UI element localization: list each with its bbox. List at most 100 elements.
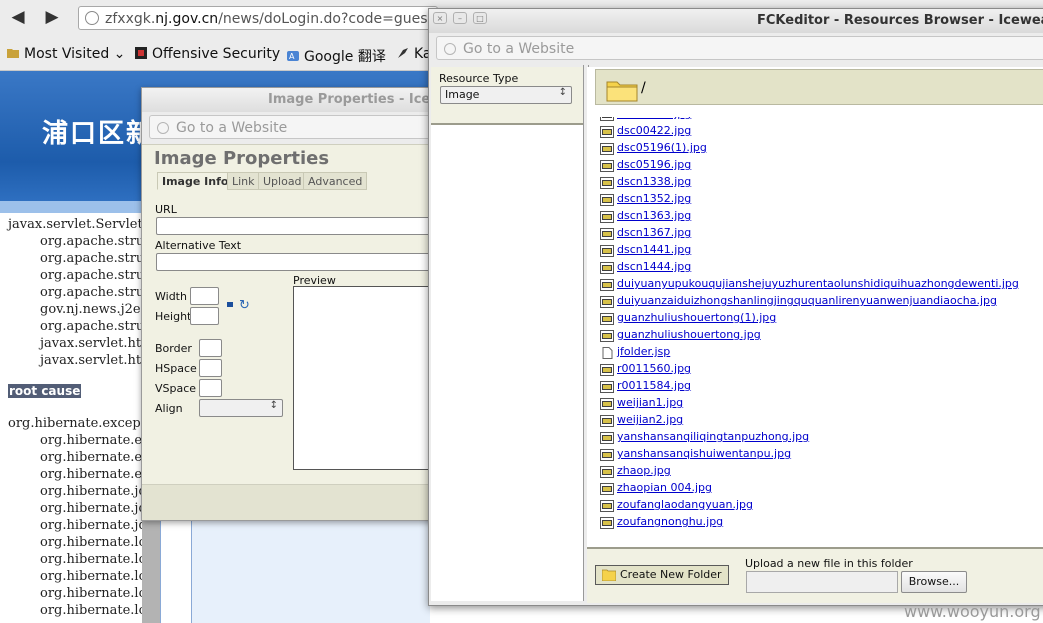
alt-text-input[interactable] (156, 253, 442, 271)
file-name-link[interactable]: r0011584.jpg (617, 379, 691, 392)
stack-trace-line: javax.servlet.htt (40, 353, 147, 368)
watermark: www.wooyun.org (904, 602, 1041, 621)
forward-button[interactable]: ▶ (40, 6, 64, 28)
file-name-link[interactable]: weijian2.jpg (617, 413, 683, 426)
goto-website-field[interactable]: Go to a Website (436, 36, 1043, 60)
hspace-input[interactable] (199, 359, 222, 377)
upload-file-input[interactable] (746, 571, 898, 593)
file-name-link[interactable]: weijian1.jpg (617, 396, 683, 409)
file-name-link[interactable]: zhaop.jpg (617, 464, 671, 477)
file-name-link[interactable]: yanshansanqishuiwentanpu.jpg (617, 447, 791, 460)
back-button[interactable]: ◀ (6, 6, 30, 28)
file-name-link[interactable]: guanzhuliushouertong(1).jpg (617, 311, 776, 324)
jpg-file-icon (600, 398, 614, 410)
kali-icon (398, 48, 408, 58)
dialog-footer (142, 484, 442, 520)
stack-trace-line: org.apache.strut (40, 251, 150, 266)
create-folder-button[interactable]: Create New Folder (595, 565, 729, 585)
stack-trace-line: org.hibernate.lo (40, 586, 147, 601)
image-properties-titlebar[interactable]: Image Properties - Icew (142, 88, 442, 112)
globe-icon (157, 122, 169, 134)
stack-trace-line: org.apache.strut (40, 285, 150, 300)
file-name-link[interactable]: yanshansanqiliqingtanpuzhong.jpg (617, 430, 809, 443)
file-name-link[interactable]: dsc05196.jpg (617, 158, 691, 171)
width-input[interactable] (190, 287, 219, 305)
stack-trace-line: org.apache.strut (40, 268, 150, 283)
jpg-file-icon (600, 160, 614, 172)
resource-type-select[interactable]: Image (440, 86, 572, 104)
stack-trace-line: org.hibernate.lo (40, 603, 147, 618)
file-name-link[interactable]: dsc05196(1).jpg (617, 141, 707, 154)
jpg-file-icon (600, 117, 614, 121)
jpg-file-icon (600, 517, 614, 529)
file-name-link[interactable]: r0011560.jpg (617, 362, 691, 375)
stack-trace-line: javax.servlet.ServletE (8, 217, 153, 232)
root-cause-label: root cause (8, 384, 82, 398)
align-select[interactable] (199, 399, 283, 417)
svg-text:A: A (289, 52, 295, 61)
minimize-icon[interactable]: – (453, 12, 467, 24)
file-name-link[interactable]: zoufanglaodangyuan.jpg (617, 498, 753, 511)
jpg-file-icon (600, 381, 614, 393)
folder-icon (606, 81, 638, 102)
file-name-link[interactable]: dscn1363.jpg (617, 209, 691, 222)
file-name-link[interactable]: jfolder.jsp (617, 345, 670, 358)
bookmark-kali[interactable]: Ka (396, 46, 432, 62)
file-name-link[interactable]: dscn1352.jpg (617, 192, 691, 205)
stack-trace-line: org.hibernate.ex (40, 467, 150, 482)
file-icon (602, 347, 613, 359)
address-text: zfxxgk.nj.gov.cn/news/doLogin.do?code=gu… (105, 11, 434, 27)
border-input[interactable] (199, 339, 222, 357)
reset-size-icon[interactable]: ↻ (239, 298, 250, 313)
jpg-file-icon (600, 177, 614, 189)
jpg-file-icon (600, 279, 614, 291)
file-name-link[interactable]: guanzhuliushouertong.jpg (617, 328, 761, 341)
tab-upload[interactable]: Upload (258, 172, 307, 190)
bookmark-offensive-security[interactable]: Offensive Security (134, 46, 280, 62)
jpg-file-icon (600, 211, 614, 223)
jpg-file-icon (600, 483, 614, 495)
tab-link[interactable]: Link (227, 172, 260, 190)
hspace-label: HSpace (155, 362, 197, 375)
file-name-link[interactable]: dsc00422.jpg (617, 124, 691, 137)
height-input[interactable] (190, 307, 219, 325)
globe-icon (85, 11, 99, 25)
url-label: URL (155, 203, 177, 216)
alt-text-label: Alternative Text (155, 239, 242, 252)
file-name-link[interactable]: duiyuanzaiduizhongshanlingjingququanlire… (617, 294, 997, 307)
file-name-link[interactable]: zhaopian 004.jpg (617, 481, 712, 494)
file-name-link[interactable]: dsc00421.jpg (617, 117, 691, 120)
stack-trace-line: gov.nj.news.j2e (40, 302, 141, 317)
resources-browser-titlebar[interactable]: × – □ FCKeditor - Resources Browser - Ic… (429, 9, 1043, 33)
file-name-link[interactable]: dscn1367.jpg (617, 226, 691, 239)
vspace-input[interactable] (199, 379, 222, 397)
bookmark-most-visited[interactable]: Most Visited ⌄ (6, 46, 125, 62)
close-icon[interactable]: × (433, 12, 447, 24)
stack-trace-line: org.hibernate.ex (40, 450, 150, 465)
file-list: dsc00421.jpg dsc00422.jpg dsc05196(1).jpg d… (595, 117, 1043, 547)
bookmark-google-translate[interactable]: A Google 翻译 (286, 46, 386, 66)
window-title: FCKeditor - Resources Browser - Icewea (757, 13, 1043, 28)
tab-advanced[interactable]: Advanced (303, 172, 368, 190)
jpg-file-icon (600, 313, 614, 325)
file-name-link[interactable]: dscn1338.jpg (617, 175, 691, 188)
dialog-heading: Image Properties (154, 148, 330, 169)
tab-image-info[interactable]: Image Info (157, 172, 234, 190)
current-path: / (641, 80, 646, 96)
maximize-icon[interactable]: □ (473, 12, 487, 24)
goto-website-field[interactable]: Go to a Website (149, 115, 442, 139)
address-bar[interactable]: zfxxgk.nj.gov.cn/news/doLogin.do?code=gu… (78, 6, 438, 30)
jpg-file-icon (600, 245, 614, 257)
file-name-link[interactable]: dscn1444.jpg (617, 260, 691, 273)
stack-trace-line: javax.servlet.htt (40, 336, 147, 351)
file-name-link[interactable]: zoufangnonghu.jpg (617, 515, 723, 528)
lock-ratio-icon[interactable] (227, 302, 233, 307)
url-input[interactable] (156, 217, 442, 235)
jpg-file-icon (600, 262, 614, 274)
file-name-link[interactable]: duiyuanyupukouqujianshejuyuzhurentaoluns… (617, 277, 1019, 290)
jpg-file-icon (600, 415, 614, 427)
upload-label: Upload a new file in this folder (745, 557, 913, 570)
stack-trace-line: org.hibernate.lo (40, 552, 147, 567)
file-name-link[interactable]: dscn1441.jpg (617, 243, 691, 256)
browse-button[interactable]: Browse... (901, 571, 967, 593)
